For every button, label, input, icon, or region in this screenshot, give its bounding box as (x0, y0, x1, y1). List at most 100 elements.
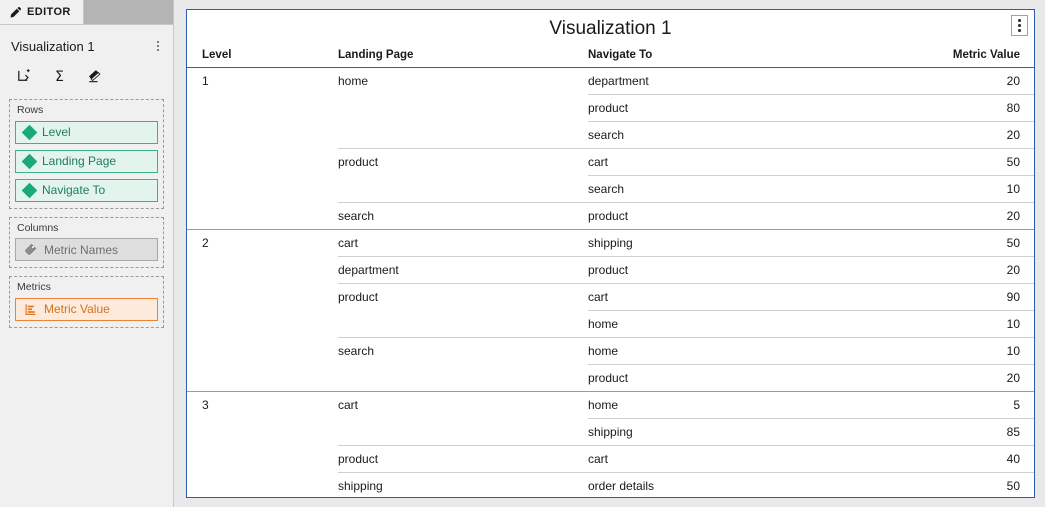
cell-landing-page: product (338, 283, 588, 311)
panel-gutter (174, 0, 186, 507)
insert-subtotal-icon[interactable] (13, 66, 33, 86)
cell-landing-page: product (338, 148, 588, 176)
table-row[interactable]: home 10 (187, 310, 1034, 338)
sigma-total-icon[interactable]: Σ (49, 66, 69, 86)
cell-metric-value: 80 (870, 94, 1034, 122)
editor-sidebar: EDITOR Visualization 1 Σ Rows Level Land… (0, 0, 174, 507)
table-row[interactable]: product 80 (187, 94, 1034, 122)
cell-metric-value: 20 (870, 121, 1034, 149)
table-row[interactable]: 2 cart shipping 50 (187, 229, 1034, 257)
cell-landing-page (338, 176, 588, 203)
cell-landing-page (338, 311, 588, 338)
chip-level[interactable]: Level (15, 120, 158, 144)
cell-level (187, 419, 338, 446)
cell-navigate-to: home (588, 337, 870, 365)
cell-navigate-to: cart (588, 148, 870, 176)
diamond-attribute-icon (21, 124, 38, 140)
cell-navigate-to: department (588, 67, 870, 95)
drop-zone-rows-title: Rows (17, 104, 44, 116)
cell-navigate-to: cart (588, 445, 870, 473)
table-row[interactable]: product 20 (187, 364, 1034, 392)
cell-level: 2 (187, 229, 338, 257)
table-row[interactable]: department product 20 (187, 256, 1034, 284)
table-row[interactable]: product cart 40 (187, 445, 1034, 473)
cell-landing-page: search (338, 337, 588, 365)
cell-navigate-to: product (588, 202, 870, 230)
cell-navigate-to: search (588, 175, 870, 203)
diamond-attribute-icon (21, 153, 38, 169)
column-header-metric-value[interactable]: Metric Value (870, 49, 1034, 68)
cell-metric-value: 50 (870, 148, 1034, 176)
table-row[interactable]: search 20 (187, 121, 1034, 149)
drop-zone-columns[interactable]: Columns Metric Names (9, 216, 164, 269)
diamond-attribute-icon (21, 182, 38, 198)
cell-landing-page: department (338, 256, 588, 284)
column-header-level[interactable]: Level (187, 49, 338, 68)
drop-zone-metrics[interactable]: Metrics Metric Value (9, 276, 164, 328)
tag-metric-names-icon (24, 243, 37, 256)
table-row[interactable]: shipping 85 (187, 418, 1034, 446)
cell-metric-value: 40 (870, 445, 1034, 473)
cell-level (187, 284, 338, 311)
kebab-menu-icon[interactable] (151, 37, 165, 55)
drop-zone-columns-title: Columns (17, 221, 59, 234)
cell-navigate-to: home (588, 391, 870, 419)
table-body: 1 home department 20 product 80 search 20 produc… (187, 67, 1034, 498)
cell-level (187, 365, 338, 392)
chip-metric-value-label: Metric Value (44, 302, 110, 317)
cell-landing-page: search (338, 202, 588, 230)
chip-level-label: Level (42, 125, 71, 140)
cell-metric-value: 20 (870, 364, 1034, 392)
visualization-panel: Visualization 1 Level Landing Page Navig… (186, 9, 1035, 498)
chip-landing-page-label: Landing Page (42, 154, 117, 169)
cell-landing-page (338, 122, 588, 149)
cell-navigate-to: product (588, 256, 870, 284)
chip-landing-page[interactable]: Landing Page (15, 149, 158, 173)
drop-zone-metrics-title: Metrics (17, 281, 51, 294)
cell-metric-value: 20 (870, 256, 1034, 284)
bar-chart-metric-icon (24, 303, 37, 316)
editor-toolbar: Σ (0, 61, 173, 91)
chip-metric-names[interactable]: Metric Names (15, 238, 158, 262)
cell-metric-value: 10 (870, 310, 1034, 338)
sidebar-tabstrip: EDITOR (0, 0, 173, 25)
tab-editor-label: EDITOR (27, 6, 71, 18)
cell-level (187, 176, 338, 203)
visualization-menu-icon[interactable] (1011, 15, 1028, 36)
chip-metric-value[interactable]: Metric Value (15, 297, 158, 321)
table-row[interactable]: search home 10 (187, 337, 1034, 365)
chip-metric-names-label: Metric Names (44, 242, 119, 257)
tabstrip-filler (83, 0, 173, 24)
cell-landing-page: product (338, 445, 588, 473)
cell-level (187, 473, 338, 498)
column-header-navigate-to[interactable]: Navigate To (588, 49, 870, 68)
table-header-row: Level Landing Page Navigate To Metric Va… (187, 49, 1034, 68)
table-row[interactable]: product cart 90 (187, 283, 1034, 311)
table-row[interactable]: search product 20 (187, 202, 1034, 230)
cell-level (187, 257, 338, 284)
column-header-landing-page[interactable]: Landing Page (338, 49, 588, 68)
tab-editor[interactable]: EDITOR (0, 0, 84, 24)
cell-level (187, 311, 338, 338)
cell-navigate-to: product (588, 364, 870, 392)
cell-landing-page: shipping (338, 472, 588, 497)
drop-zones: Rows Level Landing Page Navigate To Colu… (0, 91, 173, 507)
table-row[interactable]: search 10 (187, 175, 1034, 203)
table-row[interactable]: product cart 50 (187, 148, 1034, 176)
cell-landing-page: cart (338, 391, 588, 419)
eraser-clear-icon[interactable] (85, 66, 105, 86)
pivot-table: Level Landing Page Navigate To Metric Va… (187, 49, 1034, 498)
table-row[interactable]: shipping order details 50 (187, 472, 1034, 498)
cell-landing-page: home (338, 67, 588, 95)
table-row[interactable]: 3 cart home 5 (187, 391, 1034, 419)
cell-navigate-to: cart (588, 283, 870, 311)
drop-zone-rows[interactable]: Rows Level Landing Page Navigate To (9, 99, 164, 209)
chip-navigate-to[interactable]: Navigate To (15, 178, 158, 202)
cell-navigate-to: home (588, 310, 870, 338)
editor-application: EDITOR Visualization 1 Σ Rows Level Land… (0, 0, 1045, 507)
table-row[interactable]: 1 home department 20 (187, 67, 1034, 95)
visualization-title: Visualization 1 (549, 18, 672, 39)
cell-metric-value: 20 (870, 67, 1034, 95)
cell-metric-value: 85 (870, 418, 1034, 446)
cell-level (187, 95, 338, 122)
